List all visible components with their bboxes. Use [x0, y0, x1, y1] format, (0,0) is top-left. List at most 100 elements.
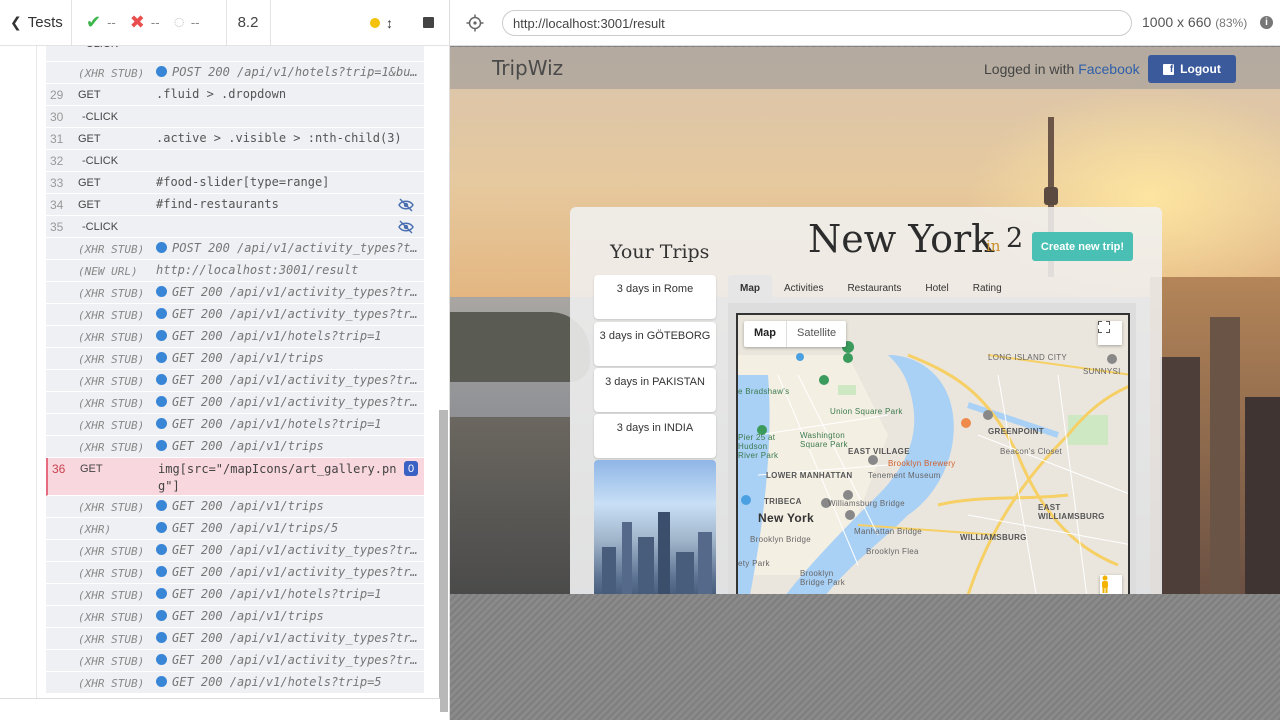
- xhr-status-dot-icon: [156, 588, 167, 599]
- command-message: GET 200 /api/v1/activity_types?tr...: [156, 285, 418, 299]
- tab-activities[interactable]: Activities: [772, 275, 835, 303]
- command-row[interactable]: (XHR STUB) GET 200 /api/v1/activity_types…: [46, 282, 424, 304]
- map-label: WILLIAMSBURG: [960, 533, 1027, 542]
- failed-stat[interactable]: ✖ --: [130, 12, 160, 33]
- command-row[interactable]: (XHR STUB) GET 200 /api/v1/trips: [46, 436, 424, 458]
- command-row[interactable]: 30 -CLICK: [46, 106, 424, 128]
- command-row[interactable]: 33 GET #food-slider[type=range]: [46, 172, 424, 194]
- tab-restaurants[interactable]: Restaurants: [835, 275, 913, 303]
- map-label: e Bradshaw's: [738, 387, 790, 396]
- background-tower-pod: [1044, 187, 1058, 205]
- command-row[interactable]: (XHR STUB) GET 200 /api/v1/activity_types…: [46, 392, 424, 414]
- logout-button[interactable]: f Logout: [1148, 55, 1236, 83]
- trip-item[interactable]: 3 days in Rome: [594, 275, 716, 319]
- command-row[interactable]: (XHR STUB) GET 200 /api/v1/trips: [46, 348, 424, 370]
- command-message: GET 200 /api/v1/hotels?trip=1: [156, 417, 418, 431]
- tab-hotel[interactable]: Hotel: [913, 275, 960, 303]
- command-message-text: .fluid > .dropdown: [156, 87, 287, 101]
- tests-button[interactable]: ❮ Tests: [0, 0, 72, 46]
- command-row[interactable]: (XHR STUB) GET 200 /api/v1/activity_types…: [46, 628, 424, 650]
- command-message: GET 200 /api/v1/trips/5: [156, 521, 418, 535]
- command-row[interactable]: -CLICK: [46, 46, 424, 62]
- background-island: [450, 312, 590, 382]
- command-row[interactable]: (XHR STUB) POST 200 /api/v1/hotels?trip=1…: [46, 62, 424, 84]
- map-label: Brooklyn Flea: [866, 547, 919, 556]
- selector-playground-icon[interactable]: [466, 14, 484, 32]
- command-message: GET 200 /api/v1/hotels?trip=5: [156, 675, 418, 689]
- command-message-text: GET 200 /api/v1/trips: [172, 351, 324, 365]
- command-row[interactable]: 34 GET #find-restaurants: [46, 194, 424, 216]
- passed-stat[interactable]: ✔ --: [86, 12, 116, 33]
- trip-item[interactable]: 3 days in INDIA: [594, 414, 716, 458]
- command-message-text: GET 200 /api/v1/trips/5: [172, 521, 339, 535]
- map-label: Manhattan Bridge: [854, 527, 922, 536]
- auto-scroll-icon[interactable]: ↕: [386, 15, 393, 31]
- create-trip-button[interactable]: Create new trip!: [1032, 232, 1133, 261]
- pegman-icon[interactable]: [1100, 575, 1122, 594]
- url-field[interactable]: http://localhost:3001/result: [502, 10, 1132, 36]
- command-row[interactable]: 36 GET img[src="/mapIcons/art_gallery.pn g…: [46, 458, 424, 496]
- command-row[interactable]: 29 GET .fluid > .dropdown: [46, 84, 424, 106]
- map-type-toggle: Map Satellite: [744, 321, 847, 347]
- command-message: #food-slider[type=range]: [156, 175, 418, 189]
- tab-map[interactable]: Map: [728, 275, 772, 303]
- reporter-scrollbar[interactable]: [439, 410, 448, 712]
- background-shore: [450, 417, 570, 594]
- map[interactable]: LONG ISLAND CITY SUNNYSI e Bradshaw's Un…: [736, 313, 1130, 594]
- command-row[interactable]: (XHR STUB) GET 200 /api/v1/trips: [46, 606, 424, 628]
- trip-item[interactable]: 3 days in PAKISTAN: [594, 368, 716, 412]
- stop-icon[interactable]: [423, 17, 434, 28]
- command-row[interactable]: 31 GET .active > .visible > :nth-child(3): [46, 128, 424, 150]
- map-type-satellite[interactable]: Satellite: [787, 321, 846, 347]
- command-row[interactable]: (NEW URL) http://localhost:3001/result: [46, 260, 424, 282]
- eye-slash-icon: [398, 220, 414, 234]
- command-row[interactable]: (XHR STUB) GET 200 /api/v1/activity_types…: [46, 650, 424, 672]
- viewport-scale: (83%): [1215, 16, 1248, 30]
- command-row[interactable]: 32 -CLICK: [46, 150, 424, 172]
- xhr-status-dot-icon: [156, 522, 167, 533]
- command-row[interactable]: (XHR STUB) GET 200 /api/v1/activity_types…: [46, 562, 424, 584]
- logout-label: Logout: [1180, 62, 1221, 76]
- command-row[interactable]: (XHR STUB) POST 200 /api/v1/activity_type…: [46, 238, 424, 260]
- command-row[interactable]: (XHR STUB) GET 200 /api/v1/hotels?trip=5: [46, 672, 424, 694]
- command-number: 31: [50, 132, 64, 146]
- command-row[interactable]: (XHR STUB) GET 200 /api/v1/hotels?trip=1: [46, 326, 424, 348]
- command-name: (XHR STUB): [78, 633, 145, 646]
- command-name: (XHR STUB): [78, 309, 145, 322]
- trip-item[interactable]: 3 days in GÖTEBORG: [594, 322, 716, 366]
- app-under-test-area: http://localhost:3001/result 1000 x 660 …: [450, 0, 1280, 720]
- trip-photo[interactable]: [594, 460, 716, 594]
- login-status: Logged in with Facebook: [984, 61, 1140, 77]
- pending-stat[interactable]: ◌ --: [174, 12, 200, 34]
- running-indicator-icon: [370, 17, 380, 28]
- command-message-text: .active > .visible > :nth-child(3): [156, 131, 402, 145]
- brand-logo[interactable]: TripWiz: [492, 56, 563, 80]
- fullscreen-icon[interactable]: [1098, 321, 1122, 345]
- passed-count: --: [107, 15, 116, 30]
- xhr-status-dot-icon: [156, 676, 167, 687]
- command-message: img[src="/mapIcons/art_gallery.pn g"]: [158, 461, 398, 495]
- map-type-map[interactable]: Map: [744, 321, 787, 347]
- command-row[interactable]: 35 -CLICK: [46, 216, 424, 238]
- command-row[interactable]: (XHR STUB) GET 200 /api/v1/activity_types…: [46, 304, 424, 326]
- command-log[interactable]: -CLICK (XHR STUB) POST 200 /api/v1/hotels?…: [0, 46, 438, 698]
- tab-rating[interactable]: Rating: [961, 275, 1014, 303]
- command-message-text: GET 200 /api/v1/activity_types?tr...: [172, 543, 418, 557]
- command-message-text: GET 200 /api/v1/hotels?trip=5: [172, 675, 382, 689]
- command-message-text: GET 200 /api/v1/trips: [172, 609, 324, 623]
- command-row[interactable]: (XHR STUB) GET 200 /api/v1/activity_types…: [46, 540, 424, 562]
- command-row[interactable]: (XHR STUB) GET 200 /api/v1/activity_types…: [46, 370, 424, 392]
- command-row[interactable]: (XHR STUB) GET 200 /api/v1/hotels?trip=1: [46, 584, 424, 606]
- command-row[interactable]: (XHR) GET 200 /api/v1/trips/5: [46, 518, 424, 540]
- info-icon[interactable]: i: [1260, 16, 1273, 29]
- command-message: GET 200 /api/v1/activity_types?tr...: [156, 543, 418, 557]
- command-name: (XHR STUB): [78, 419, 145, 432]
- command-message: .active > .visible > :nth-child(3): [156, 131, 418, 145]
- map-label: Beacon's Closet: [1000, 447, 1063, 456]
- command-message-text: GET 200 /api/v1/activity_types?tr...: [172, 395, 418, 409]
- command-row[interactable]: (XHR STUB) GET 200 /api/v1/trips: [46, 496, 424, 518]
- facebook-link[interactable]: Facebook: [1078, 61, 1139, 77]
- command-row[interactable]: (XHR STUB) GET 200 /api/v1/hotels?trip=1: [46, 414, 424, 436]
- command-name: -CLICK: [82, 46, 118, 50]
- command-message-text: POST 200 /api/v1/activity_types?t...: [172, 241, 418, 255]
